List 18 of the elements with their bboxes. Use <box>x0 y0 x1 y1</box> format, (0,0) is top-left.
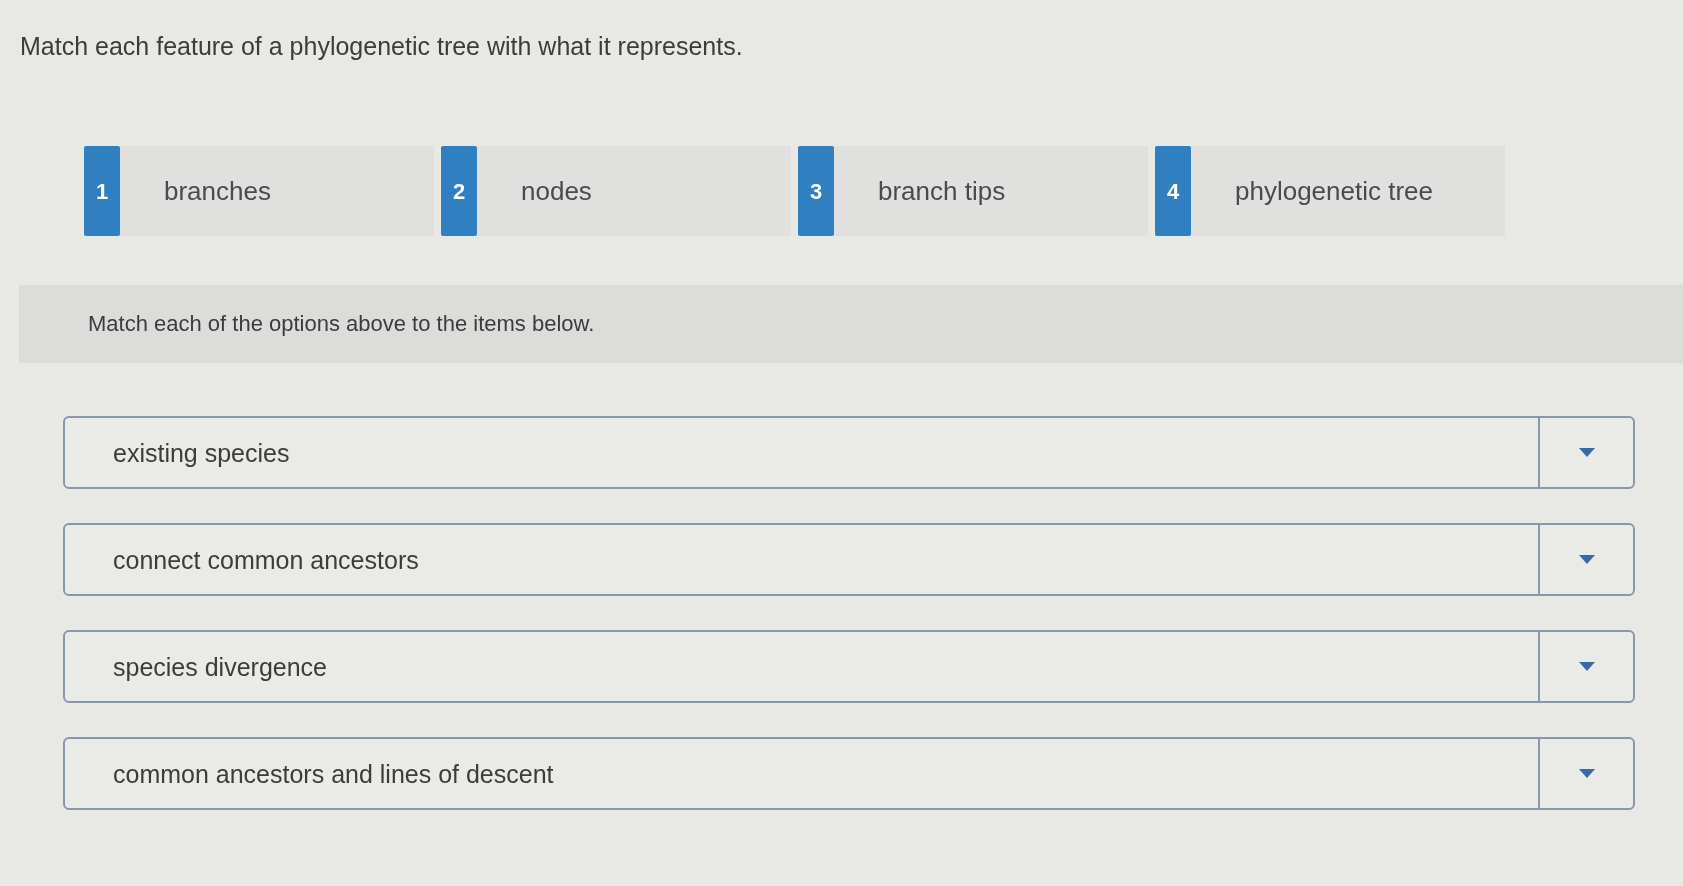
caret-down-icon <box>1578 769 1595 778</box>
option-number-badge: 1 <box>84 146 120 236</box>
option-number-badge: 3 <box>798 146 834 236</box>
option-label: nodes <box>521 176 592 206</box>
instructions-text: Match each of the options above to the items below. <box>88 310 595 338</box>
option-label: phylogenetic tree <box>1235 176 1434 206</box>
option-label: branch tips <box>878 176 1006 206</box>
option-number-badge: 4 <box>1155 146 1191 236</box>
caret-down-icon <box>1578 555 1595 564</box>
option-number-badge: 2 <box>441 146 477 236</box>
caret-down-icon <box>1578 662 1595 671</box>
match-item-text: existing species <box>113 437 290 468</box>
question-prompt: Match each feature of a phylogenetic tree with what it represents. <box>20 32 743 60</box>
caret-down-icon <box>1578 448 1595 457</box>
option-label: branches <box>164 176 271 206</box>
match-item-text: common ancestors and lines of descent <box>113 758 554 789</box>
match-item-text: connect common ancestors <box>113 544 419 575</box>
match-item-text: species divergence <box>113 651 327 682</box>
